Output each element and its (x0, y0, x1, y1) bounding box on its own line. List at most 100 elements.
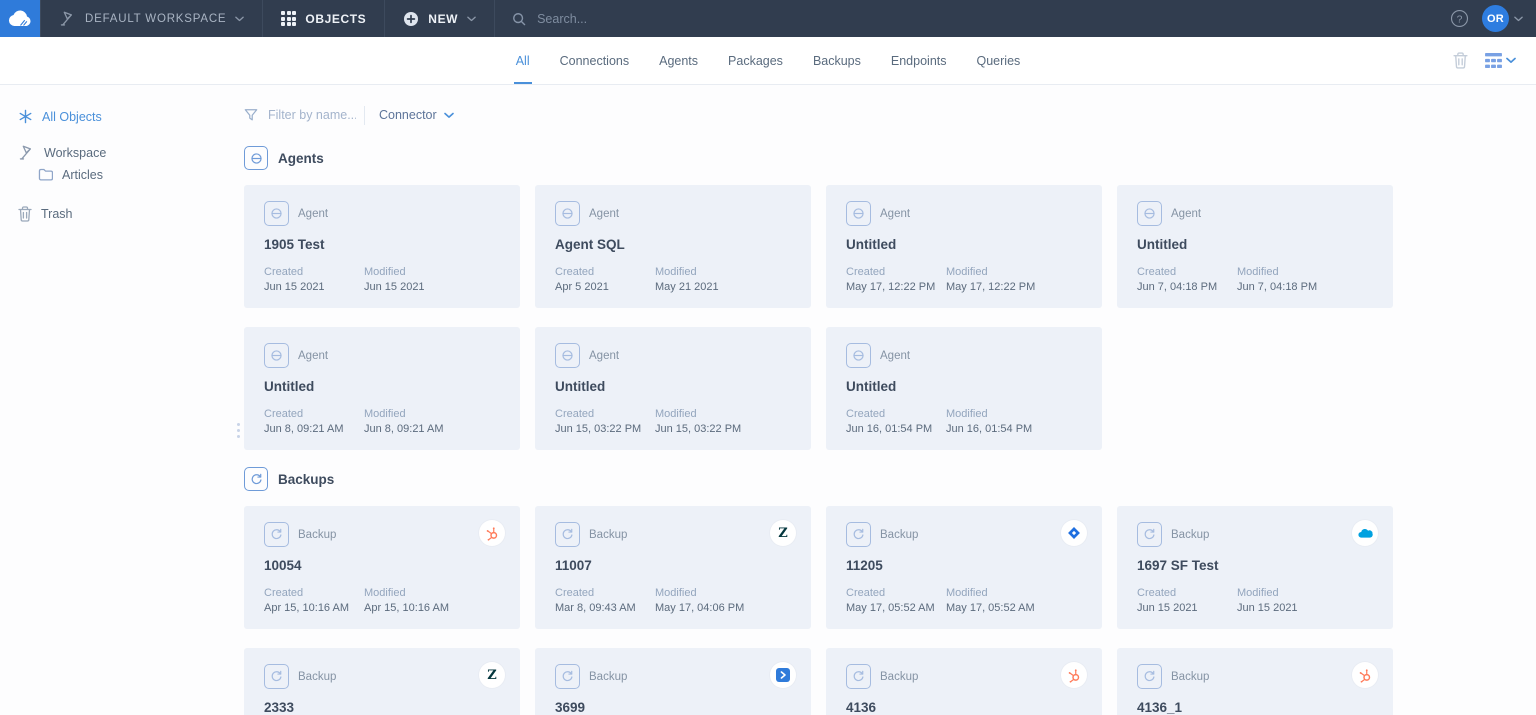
card-title: 11007 (555, 558, 791, 573)
object-card[interactable]: Backup 4136_1 Created Modified (1117, 648, 1393, 715)
tab-connections[interactable]: Connections (558, 37, 632, 84)
sidebar-item-label: Trash (41, 207, 73, 221)
object-card[interactable]: Agent Untitled Created Jun 8, 09:21 AM M… (244, 327, 520, 450)
object-card[interactable]: Backup 11205 Created May 17, 05:52 AM Mo… (826, 506, 1102, 629)
card-type-label: Backup (298, 529, 336, 541)
created-value: Apr 5 2021 (555, 280, 647, 295)
hubspot-icon (1061, 662, 1087, 688)
card-type-label: Agent (298, 208, 328, 220)
sidebar-item-articles[interactable]: Articles (0, 164, 244, 185)
card-title: Untitled (555, 379, 791, 394)
filter-funnel-icon (244, 108, 258, 122)
tab-all[interactable]: All (514, 37, 532, 84)
workspace-switcher[interactable]: DEFAULT WORKSPACE (40, 0, 263, 37)
created-label: Created (1137, 265, 1229, 280)
object-card[interactable]: Agent Untitled Created May 17, 12:22 PM … (826, 185, 1102, 308)
object-card[interactable]: Backup 3699 Created Modified (535, 648, 811, 715)
card-type-label: Agent (589, 350, 619, 362)
sidebar-resize-handle[interactable] (233, 419, 244, 442)
created-value: Jun 16, 01:54 PM (846, 422, 938, 437)
object-card[interactable]: Agent Untitled Created Jun 15, 03:22 PM … (535, 327, 811, 450)
section-title: Backups (278, 472, 334, 487)
objects-panel: Connector Agents Agent 1905 Test Created… (244, 85, 1536, 715)
folder-icon (38, 168, 53, 181)
object-card[interactable]: Backup 1697 SF Test Created Jun 15 2021 … (1117, 506, 1393, 629)
cloud-logo-icon (8, 10, 32, 27)
chevron-down-icon (444, 112, 454, 119)
object-card[interactable]: Backup 4136 Created Modified (826, 648, 1102, 715)
backup-type-icon (846, 664, 871, 689)
svg-text:?: ? (1457, 14, 1463, 25)
card-title: 11205 (846, 558, 1082, 573)
card-title: 1697 SF Test (1137, 558, 1373, 573)
card-title: 10054 (264, 558, 500, 573)
nav-objects-button[interactable]: OBJECTS (263, 0, 385, 37)
chevron-down-icon (235, 16, 244, 22)
created-value: Jun 15, 03:22 PM (555, 422, 647, 437)
connector-filter-dropdown[interactable]: Connector (379, 108, 454, 122)
sidebar-item-label: Workspace (44, 146, 106, 160)
sidebar-item-all-objects[interactable]: All Objects (0, 106, 244, 127)
chevron-down-icon (467, 16, 476, 22)
delete-button[interactable] (1453, 52, 1468, 69)
agent-type-icon (264, 343, 289, 368)
object-card[interactable]: Backup 11007 Created Mar 8, 09:43 AM Mod… (535, 506, 811, 629)
chevron-down-icon (1514, 16, 1523, 22)
created-label: Created (264, 586, 356, 601)
created-value: May 17, 05:52 AM (846, 601, 938, 616)
sidebar: All Objects Workspace Ar (0, 85, 244, 715)
new-button[interactable]: NEW (385, 0, 495, 37)
plus-circle-icon (403, 11, 419, 27)
object-section: Agents Agent 1905 Test Created Jun 15 20… (244, 146, 1536, 450)
section-title: Agents (278, 151, 324, 166)
tab-packages[interactable]: Packages (726, 37, 785, 84)
app-logo[interactable] (0, 0, 40, 37)
card-title: 4136_1 (1137, 700, 1373, 715)
object-card[interactable]: Agent 1905 Test Created Jun 15 2021 Modi… (244, 185, 520, 308)
modified-value: Jun 16, 01:54 PM (946, 422, 1038, 437)
backup-type-icon (264, 664, 289, 689)
created-label: Created (555, 586, 647, 601)
created-value: Apr 15, 10:16 AM (264, 601, 356, 616)
card-type-label: Backup (298, 671, 336, 683)
avatar: OR (1482, 5, 1509, 32)
trash-icon (18, 206, 32, 222)
created-value: Jun 15 2021 (1137, 601, 1229, 616)
connector-filter-label: Connector (379, 108, 437, 122)
sidebar-item-trash[interactable]: Trash (0, 203, 244, 224)
agent-type-icon (264, 201, 289, 226)
search-input[interactable] (535, 11, 959, 27)
view-switcher[interactable] (1485, 53, 1516, 68)
modified-label: Modified (946, 265, 1038, 280)
created-label: Created (846, 407, 938, 422)
user-menu[interactable]: OR (1482, 5, 1523, 32)
card-type-label: Agent (1171, 208, 1201, 220)
object-card[interactable]: Backup 2333 Created Modified Z (244, 648, 520, 715)
tab-endpoints[interactable]: Endpoints (889, 37, 949, 84)
card-type-label: Backup (880, 671, 918, 683)
created-label: Created (264, 407, 356, 422)
backup-type-icon (555, 522, 580, 547)
object-card[interactable]: Agent Untitled Created Jun 7, 04:18 PM M… (1117, 185, 1393, 308)
created-label: Created (555, 265, 647, 280)
tab-backups[interactable]: Backups (811, 37, 863, 84)
trash-icon (1453, 52, 1468, 69)
tab-queries[interactable]: Queries (975, 37, 1023, 84)
search-icon (512, 12, 526, 26)
help-button[interactable]: ? (1450, 9, 1469, 28)
blue-arrow-icon (770, 662, 796, 688)
card-type-label: Agent (880, 350, 910, 362)
filter-by-name-input[interactable] (266, 107, 358, 123)
card-title: 1905 Test (264, 237, 500, 252)
object-card[interactable]: Backup 10054 Created Apr 15, 10:16 AM Mo… (244, 506, 520, 629)
object-card[interactable]: Agent Agent SQL Created Apr 5 2021 Modif… (535, 185, 811, 308)
agent-type-icon (846, 201, 871, 226)
object-card[interactable]: Agent Untitled Created Jun 16, 01:54 PM … (826, 327, 1102, 450)
modified-value: Jun 7, 04:18 PM (1237, 280, 1329, 295)
tab-agents[interactable]: Agents (657, 37, 700, 84)
created-label: Created (264, 265, 356, 280)
sidebar-item-workspace[interactable]: Workspace (0, 142, 244, 163)
created-label: Created (846, 265, 938, 280)
hubspot-icon (479, 520, 505, 546)
object-section: Backups Backup 10054 Created Apr 15, 10:… (244, 467, 1536, 715)
